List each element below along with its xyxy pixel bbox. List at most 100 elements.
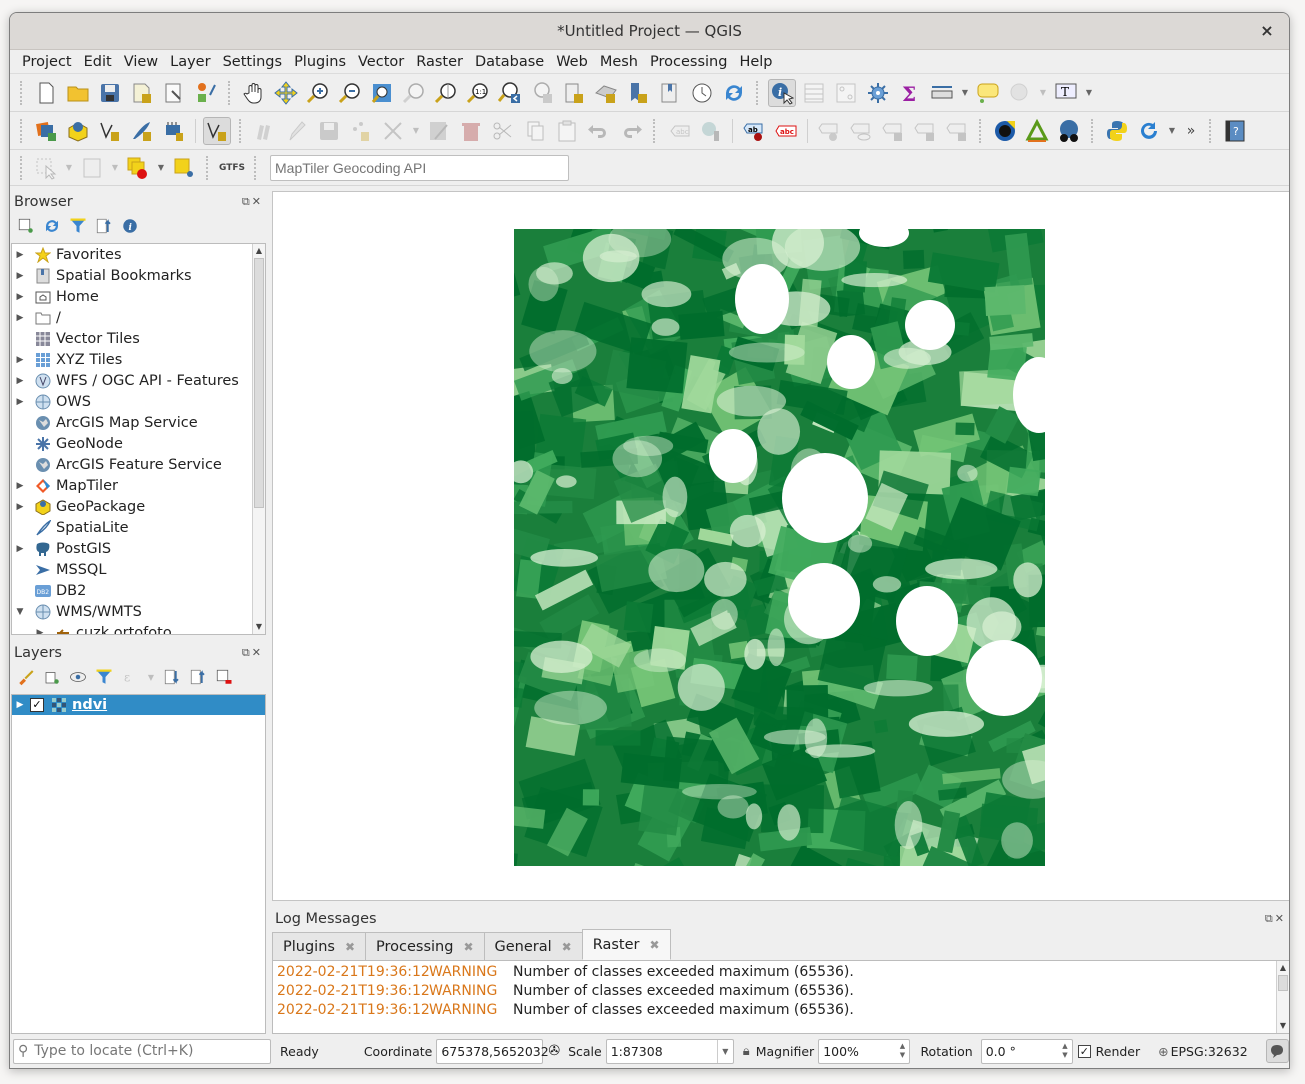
map-tips-icon[interactable] [974,79,1002,107]
spin-arrows-icon[interactable]: ▲ ▼ [1059,1042,1071,1060]
zoom-out-icon[interactable] [336,79,364,107]
menu-raster[interactable]: Raster [410,54,469,70]
collapse-all-icon[interactable] [94,216,114,236]
zoom-native-icon[interactable]: 1:1 [464,79,492,107]
scroll-thumb[interactable] [254,258,264,508]
zoom-in-icon[interactable] [304,79,332,107]
scroll-down-arrow-icon[interactable]: ▼ [1277,1019,1289,1033]
add-point-feature-icon[interactable] [347,117,375,145]
close-tab-icon[interactable]: ✖ [650,938,660,952]
toggle-editing-pencil-icon[interactable] [283,117,311,145]
expand-arrow-icon[interactable]: ▶ [12,700,28,710]
zoom-last-icon[interactable] [496,79,524,107]
filter-expression-dropdown-icon[interactable]: ▼ [146,673,156,682]
browser-item-cuzk-ortofoto[interactable]: ▶ cuzk ortofoto [12,622,265,634]
toolbar-grip[interactable] [254,155,258,180]
menu-edit[interactable]: Edit [78,54,118,70]
scroll-thumb[interactable] [1278,975,1288,991]
select-location-icon[interactable] [170,154,198,182]
menu-database[interactable]: Database [469,54,550,70]
filter-legend-icon[interactable] [94,667,114,687]
browser-item-favorites[interactable]: ▶ Favorites [12,244,265,265]
panel-float-close-icons[interactable]: ⧉✕ [242,195,263,209]
browser-item-vector-tiles[interactable]: Vector Tiles [12,328,265,349]
select-dropdown-icon[interactable]: ▼ [64,163,74,172]
geocoding-search-input[interactable] [270,154,569,181]
label-toolbar-icon[interactable]: abc [665,117,693,145]
layer-row-ndvi[interactable]: ▶ ✓ ndvi [12,695,265,715]
menu-mesh[interactable]: Mesh [594,54,644,70]
refresh-icon[interactable] [720,79,748,107]
show-hide-labels-icon[interactable] [847,117,875,145]
copy-features-icon[interactable] [521,117,549,145]
gtfs-icon[interactable]: GTFS [218,154,246,182]
expand-arrow-icon[interactable]: ▶ [12,502,28,512]
scale-dropdown-icon[interactable]: ▼ [716,1039,733,1063]
annotation-dropdown-icon[interactable]: ▼ [1084,88,1094,97]
toolbar-grip[interactable] [979,118,983,143]
add-selected-layers-icon[interactable] [16,216,36,236]
toolbar-grip[interactable] [1209,118,1213,143]
browser-item-db2[interactable]: DB2 DB2 [12,580,265,601]
collapse-all-icon[interactable] [188,667,208,687]
more-tools-chevron-icon[interactable]: » [1181,117,1201,145]
python-console-icon[interactable] [1103,117,1131,145]
panel-float-close-icons[interactable]: ⧉✕ [242,646,263,660]
change-label-icon[interactable] [943,117,971,145]
temporal-controller-icon[interactable] [688,79,716,107]
zoom-next-icon[interactable] [528,79,556,107]
attribute-table-icon[interactable] [800,79,828,107]
browser-item-arcgis-map-service[interactable]: ArcGIS Map Service [12,412,265,433]
close-tab-icon[interactable]: ✖ [463,940,473,954]
pin-labels-icon[interactable] [815,117,843,145]
layout-manager-icon[interactable] [160,79,188,107]
expand-all-icon[interactable] [162,667,182,687]
browser-item-mssql[interactable]: MSSQL [12,559,265,580]
browser-item-wms-wmts[interactable]: ▼ WMS/WMTS [12,601,265,622]
menu-plugins[interactable]: Plugins [288,54,352,70]
remove-layer-icon[interactable] [214,667,234,687]
menu-project[interactable]: Project [16,54,78,70]
new-geopackage-layer-icon[interactable] [64,117,92,145]
toolbar-grip[interactable] [228,80,232,105]
toggle-extents-mouse-icon[interactable]: ✇ [548,1043,560,1059]
new-map-view-icon[interactable] [560,79,588,107]
browser-item-geonode[interactable]: GeoNode [12,433,265,454]
vertex-tool-icon[interactable] [379,117,407,145]
coordinate-field[interactable]: 675378,5652032 [436,1038,549,1064]
crs-globe-icon[interactable]: ⊕ [1158,1044,1168,1059]
menu-vector[interactable]: Vector [352,54,410,70]
vertex-dropdown-icon[interactable]: ▼ [411,126,421,135]
tab-processing[interactable]: Processing ✖ [365,932,485,960]
browser-item-ows[interactable]: ▶ OWS [12,391,265,412]
toolbar-grip[interactable] [20,118,24,143]
browser-item-postgis[interactable]: ▶ PostGIS [12,538,265,559]
pan-hand-icon[interactable] [240,79,268,107]
delete-selected-trash-icon[interactable] [457,117,485,145]
zoom-full-icon[interactable] [368,79,396,107]
toolbar-grip[interactable] [20,155,24,180]
identify-features-icon[interactable]: i [768,78,796,107]
add-group-icon[interactable] [42,667,62,687]
save-project-icon[interactable] [96,79,124,107]
expand-arrow-icon[interactable]: ▶ [12,481,28,491]
browser-item-arcgis-feature-service[interactable]: ArcGIS Feature Service [12,454,265,475]
toolbar-grip[interactable] [20,80,24,105]
locator-search-input[interactable]: ⚲ Type to locate (Ctrl+K) [13,1038,271,1064]
properties-info-icon[interactable]: i [120,216,140,236]
current-edits-icon[interactable] [251,117,279,145]
rotate-label-icon[interactable] [911,117,939,145]
pan-to-selection-icon[interactable] [272,79,300,107]
rotation-spinbox[interactable]: 0.0 ° ▲ ▼ [980,1038,1073,1064]
measure-ruler-icon[interactable] [928,79,956,107]
browser-item-wfs-ogc-api-features[interactable]: ▶ WFS / OGC API - Features [12,370,265,391]
actions-dropdown-icon[interactable]: ▼ [1038,88,1048,97]
new-print-layout-icon[interactable] [128,79,156,107]
zoom-to-selection-icon[interactable] [400,79,428,107]
style-layer-brush-icon[interactable] [16,667,36,687]
menu-help[interactable]: Help [733,54,778,70]
statistical-summary-sigma-icon[interactable]: Σ [896,79,924,107]
cut-features-scissors-icon[interactable] [489,117,517,145]
expand-arrow-icon[interactable]: ▶ [12,250,28,260]
qfield-sync-icon[interactable] [991,117,1019,145]
